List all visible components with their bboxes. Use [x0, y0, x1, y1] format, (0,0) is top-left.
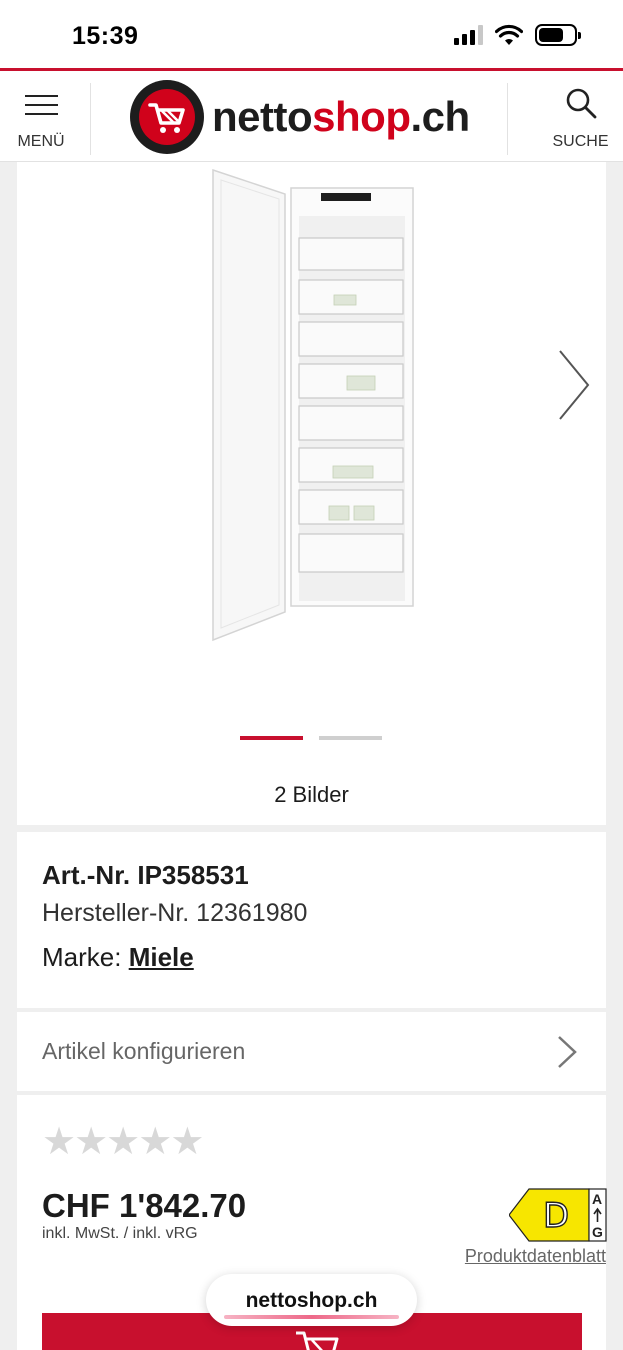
rating-stars[interactable]: ★★★★★	[42, 1119, 204, 1164]
browser-url: nettoshop.ch	[245, 1289, 378, 1312]
article-number: Art.-Nr. IP358531	[42, 860, 249, 890]
gallery-dot-1[interactable]	[240, 736, 303, 740]
cellular-signal-icon	[454, 25, 483, 45]
hamburger-icon	[25, 95, 58, 122]
status-bar: 15:39	[0, 0, 623, 68]
manufacturer-number: Hersteller-Nr. 12361980	[42, 899, 308, 927]
status-time: 15:39	[72, 22, 139, 50]
product-datasheet-link[interactable]: Produktdatenblatt	[465, 1246, 606, 1267]
site-logo[interactable]: nettoshop.ch	[130, 80, 470, 154]
url-underline-glow	[224, 1315, 399, 1319]
brand-row: Marke: Miele	[42, 942, 581, 973]
header-divider	[507, 83, 508, 155]
product-gallery[interactable]: 2 Bilder	[17, 162, 606, 825]
product-image-freezer[interactable]	[207, 168, 422, 643]
chevron-right-icon	[558, 1036, 577, 1068]
price-note: inkl. MwSt. / inkl. vRG	[42, 1225, 198, 1242]
star-icon: ★	[138, 1121, 172, 1163]
gallery-pagination	[240, 736, 382, 740]
star-icon: ★	[42, 1121, 76, 1163]
star-icon: ★	[170, 1121, 204, 1163]
battery-icon	[535, 24, 581, 46]
energy-class: D	[542, 1195, 570, 1236]
menu-label: MENÜ	[17, 133, 65, 150]
site-header: MENÜ nettoshop.ch SUCHE	[0, 68, 623, 162]
header-divider	[90, 83, 91, 155]
star-icon: ★	[74, 1121, 108, 1163]
gallery-dot-2[interactable]	[319, 736, 382, 740]
wifi-icon	[495, 24, 523, 45]
image-count-label: 2 Bilder	[274, 782, 349, 807]
brand-link[interactable]: Miele	[129, 942, 194, 972]
browser-address-pill[interactable]: nettoshop.ch	[206, 1274, 417, 1326]
configure-label: Artikel konfigurieren	[42, 1038, 246, 1064]
next-image-chevron-icon[interactable]	[556, 347, 592, 423]
search-icon	[566, 88, 597, 119]
search-button[interactable]: SUCHE	[538, 71, 623, 162]
menu-button[interactable]: MENÜ	[0, 71, 90, 162]
cart-logo-icon	[130, 80, 204, 154]
star-icon: ★	[106, 1121, 140, 1163]
energy-scale-top: A	[592, 1191, 603, 1207]
energy-scale-bottom: G	[592, 1224, 603, 1240]
cart-icon	[296, 1331, 339, 1350]
status-icons	[454, 24, 581, 46]
energy-label-badge[interactable]: D A G	[509, 1188, 607, 1242]
search-label: SUCHE	[552, 133, 609, 150]
brand-label: Marke:	[42, 942, 122, 972]
product-price: CHF 1'842.70	[42, 1187, 247, 1224]
logo-wordmark: nettoshop.ch	[212, 93, 470, 140]
configure-article-row[interactable]: Artikel konfigurieren	[17, 1012, 606, 1091]
product-info-card: Art.-Nr. IP358531 Hersteller-Nr. 1236198…	[17, 832, 606, 1008]
